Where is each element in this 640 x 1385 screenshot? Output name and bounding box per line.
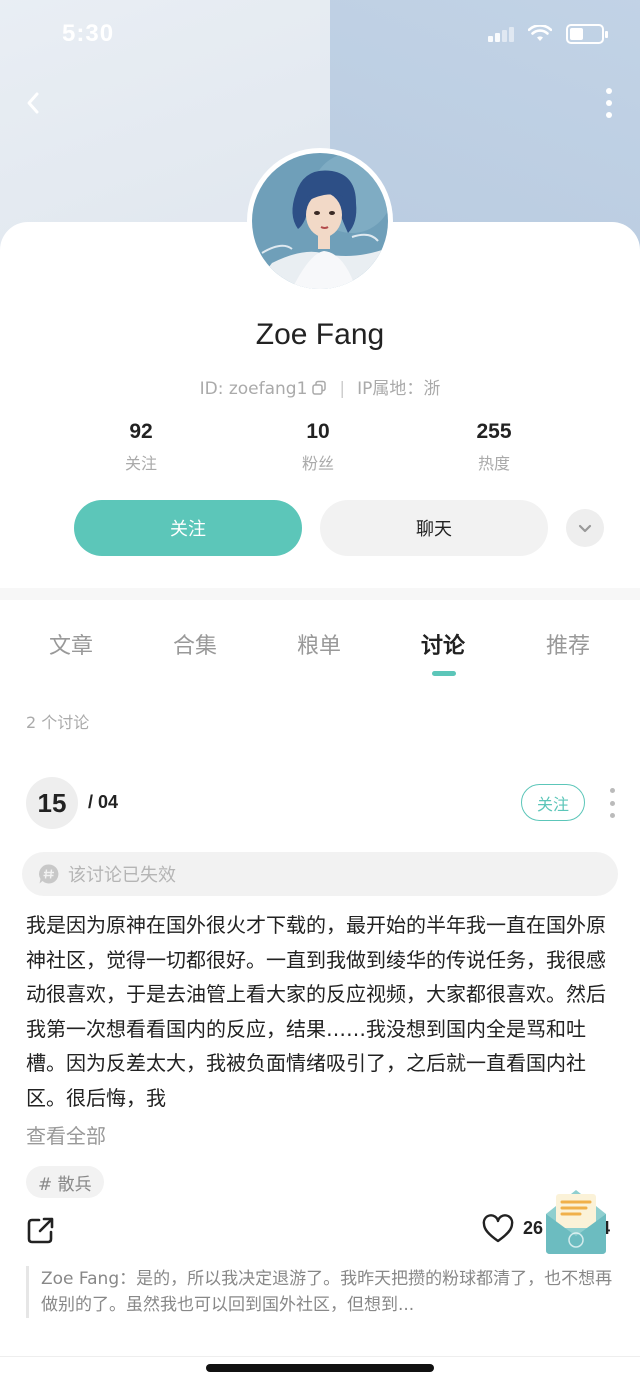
stat-following[interactable]: 92 关注 bbox=[81, 420, 201, 474]
expired-notice-text: 该讨论已失效 bbox=[68, 865, 176, 886]
share-button[interactable] bbox=[26, 1215, 56, 1245]
meta-separator: | bbox=[339, 379, 346, 399]
bottom-divider bbox=[0, 1356, 640, 1357]
user-name: Zoe Fang bbox=[255, 318, 385, 351]
avatar-illustration bbox=[252, 153, 388, 289]
active-tab-indicator bbox=[432, 671, 456, 676]
signal-icon bbox=[488, 26, 514, 42]
hash-bubble-icon bbox=[39, 864, 59, 884]
stat-followers[interactable]: 10 粉丝 bbox=[258, 420, 378, 474]
stat-value: 255 bbox=[476, 420, 512, 443]
wifi-icon bbox=[528, 25, 552, 41]
expired-notice: 该讨论已失效 bbox=[22, 852, 618, 896]
section-divider bbox=[0, 588, 640, 600]
tab-bar: 文章 合集 粮单 讨论 推荐 bbox=[0, 600, 640, 690]
status-bar: 5:30 bbox=[0, 0, 640, 70]
stat-value: 10 bbox=[306, 420, 330, 443]
share-icon bbox=[27, 1217, 54, 1244]
see-all-link[interactable]: 查看全部 bbox=[26, 1120, 106, 1149]
stat-label: 热度 bbox=[477, 454, 510, 473]
floating-mail-button[interactable] bbox=[540, 1184, 612, 1256]
post-body[interactable]: 我是因为原神在国外很火才下载的，最开始的半年我一直在国外原神社区，觉得一切都很好… bbox=[26, 908, 614, 1113]
post-date-month: / 04 bbox=[88, 792, 119, 812]
avatar[interactable] bbox=[247, 148, 393, 294]
status-icons bbox=[488, 24, 608, 44]
user-id: ID: zoefang1 bbox=[199, 379, 308, 399]
status-time: 5:30 bbox=[62, 20, 115, 47]
expand-button[interactable] bbox=[566, 509, 604, 547]
stat-label: 粉丝 bbox=[301, 454, 334, 473]
follow-button[interactable]: 关注 bbox=[74, 500, 302, 556]
like-button[interactable] bbox=[482, 1214, 514, 1246]
tab-collections[interactable]: 合集 bbox=[145, 628, 245, 660]
more-icon-dot bbox=[609, 788, 615, 793]
stat-popularity[interactable]: 255 热度 bbox=[434, 420, 554, 474]
back-button[interactable] bbox=[20, 88, 50, 118]
home-indicator[interactable] bbox=[206, 1364, 434, 1372]
reply-author: Zoe Fang： bbox=[41, 1269, 137, 1289]
more-icon-dot bbox=[606, 88, 612, 94]
stat-value: 92 bbox=[129, 420, 153, 443]
more-icon-dot bbox=[606, 112, 612, 118]
chevron-down-icon bbox=[578, 524, 592, 533]
post-more-button[interactable] bbox=[608, 788, 616, 818]
discussion-count: 2 个讨论 bbox=[26, 713, 90, 732]
chat-button[interactable]: 聊天 bbox=[320, 500, 548, 556]
battery-icon bbox=[566, 24, 608, 44]
mail-icon bbox=[546, 1190, 606, 1254]
post-follow-button[interactable]: 关注 bbox=[521, 784, 585, 821]
tab-articles[interactable]: 文章 bbox=[21, 628, 121, 660]
post-date-day: 15 bbox=[26, 777, 78, 829]
copy-icon[interactable] bbox=[311, 380, 327, 396]
more-icon-dot bbox=[606, 100, 612, 106]
ip-location: IP属地：浙 bbox=[357, 379, 441, 399]
stat-label: 关注 bbox=[124, 454, 157, 473]
back-icon bbox=[27, 92, 39, 114]
tab-recommended[interactable]: 推荐 bbox=[518, 628, 618, 660]
more-icon-dot bbox=[609, 800, 615, 806]
tab-discussions[interactable]: 讨论 bbox=[393, 628, 493, 660]
more-icon-dot bbox=[609, 813, 615, 818]
tab-lists[interactable]: 粮单 bbox=[269, 628, 369, 660]
user-meta: ID: zoefang1 | IP属地：浙 bbox=[0, 374, 640, 399]
heart-icon bbox=[482, 1214, 514, 1243]
reply-preview[interactable]: Zoe Fang：是的，所以我决定退游了。我昨天把攒的粉球都清了，也不想再做别的… bbox=[26, 1266, 616, 1318]
topic-tag[interactable]: # 散兵 bbox=[26, 1166, 104, 1198]
more-button[interactable] bbox=[604, 88, 614, 118]
